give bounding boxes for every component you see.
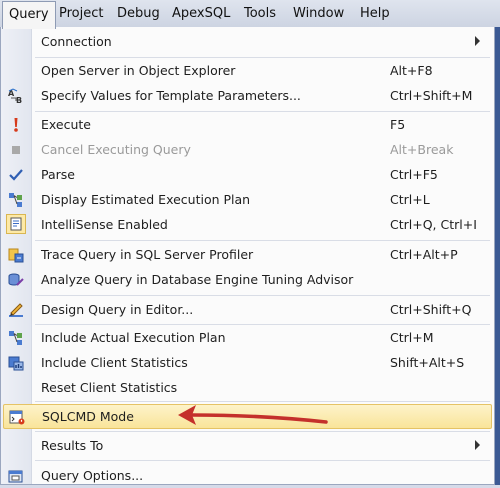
tuning-advisor-icon xyxy=(8,272,24,288)
menu-item-shortcut: Ctrl+Q, Ctrl+I xyxy=(390,217,477,232)
menu-apexsql[interactable]: ApexSQL xyxy=(166,0,236,27)
menu-item-execute[interactable]: Execute F5 xyxy=(1,112,494,137)
menu-item-intellisense[interactable]: IntelliSense Enabled Ctrl+Q, Ctrl+I xyxy=(1,212,494,237)
intellisense-icon xyxy=(6,214,26,234)
menu-separator xyxy=(35,295,490,296)
menu-item-shortcut: F5 xyxy=(390,117,406,132)
execute-icon xyxy=(8,117,24,133)
menu-item-label: Cancel Executing Query xyxy=(41,142,191,157)
menu-item-label: SQLCMD Mode xyxy=(42,409,134,424)
menu-item-open-server[interactable]: Open Server in Object Explorer Alt+F8 xyxy=(1,58,494,83)
menu-item-query-options[interactable]: Query Options... xyxy=(1,463,494,488)
menu-item-label: Results To xyxy=(41,438,104,453)
menu-help[interactable]: Help xyxy=(354,0,396,27)
menu-item-actual-plan[interactable]: Include Actual Execution Plan Ctrl+M xyxy=(1,325,494,350)
menu-item-label: Specify Values for Template Parameters..… xyxy=(41,88,301,103)
actual-plan-icon xyxy=(8,330,24,346)
template-params-icon: A B xyxy=(8,88,24,104)
query-options-icon xyxy=(8,468,24,484)
menu-debug[interactable]: Debug xyxy=(111,0,166,27)
menu-item-client-stats[interactable]: Include Client Statistics Shift+Alt+S xyxy=(1,350,494,375)
menu-item-tuning-advisor[interactable]: Analyze Query in Database Engine Tuning … xyxy=(1,267,494,292)
menu-separator xyxy=(35,460,490,461)
menu-item-shortcut: Alt+F8 xyxy=(390,63,433,78)
menu-item-shortcut: Ctrl+F5 xyxy=(390,167,438,182)
menu-window[interactable]: Window xyxy=(287,0,350,27)
menu-item-design-query[interactable]: Design Query in Editor... Ctrl+Shift+Q xyxy=(1,297,494,322)
menu-bar: Query Project Debug ApexSQL Tools Window… xyxy=(0,0,500,29)
design-query-icon xyxy=(8,302,24,318)
sqlcmd-icon xyxy=(9,409,25,425)
menu-item-connection[interactable]: Connection xyxy=(1,29,494,54)
menu-item-label: Analyze Query in Database Engine Tuning … xyxy=(41,272,354,287)
menu-item-results-to[interactable]: Results To xyxy=(1,433,494,458)
menu-item-shortcut: Ctrl+Shift+Q xyxy=(390,302,472,317)
menu-item-label: IntelliSense Enabled xyxy=(41,217,168,232)
menu-item-label: Query Options... xyxy=(41,468,144,483)
menu-item-shortcut: Shift+Alt+S xyxy=(390,355,465,370)
menu-tools[interactable]: Tools xyxy=(238,0,282,27)
menu-item-label: Connection xyxy=(41,34,112,49)
menu-item-shortcut: Ctrl+Alt+P xyxy=(390,247,458,262)
menu-project[interactable]: Project xyxy=(53,0,109,27)
menu-query[interactable]: Query xyxy=(2,1,56,29)
menu-item-label: Open Server in Object Explorer xyxy=(41,63,236,78)
client-stats-icon xyxy=(8,355,24,371)
cancel-icon xyxy=(8,142,24,158)
execution-plan-icon xyxy=(8,192,24,208)
menu-item-shortcut: Ctrl+L xyxy=(390,192,430,207)
menu-item-trace-profiler[interactable]: Trace Query in SQL Server Profiler Ctrl+… xyxy=(1,242,494,267)
menu-item-shortcut: Alt+Break xyxy=(390,142,454,157)
menu-item-shortcut: Ctrl+M xyxy=(390,330,434,345)
menu-item-cancel-query[interactable]: Cancel Executing Query Alt+Break xyxy=(1,137,494,162)
checkmark-icon xyxy=(8,167,24,183)
menu-item-label: Execute xyxy=(41,117,91,132)
menu-item-shortcut: Ctrl+Shift+M xyxy=(390,88,473,103)
menu-item-label: Include Client Statistics xyxy=(41,355,188,370)
svg-text:A: A xyxy=(8,89,15,98)
profiler-icon xyxy=(8,247,24,263)
menu-item-estimated-plan[interactable]: Display Estimated Execution Plan Ctrl+L xyxy=(1,187,494,212)
svg-text:B: B xyxy=(16,96,22,104)
window-edge xyxy=(495,27,500,485)
menu-item-parse[interactable]: Parse Ctrl+F5 xyxy=(1,162,494,187)
annotation-arrow-icon xyxy=(178,405,328,425)
menu-item-label: Design Query in Editor... xyxy=(41,302,194,317)
menu-item-label: Include Actual Execution Plan xyxy=(41,330,226,345)
menu-item-label: Trace Query in SQL Server Profiler xyxy=(41,247,254,262)
menu-item-label: Reset Client Statistics xyxy=(41,380,178,395)
menu-item-label: Parse xyxy=(41,167,75,182)
submenu-arrow-icon xyxy=(475,36,480,46)
submenu-arrow-icon xyxy=(475,440,480,450)
menu-item-template-params[interactable]: A B Specify Values for Template Paramete… xyxy=(1,83,494,108)
menu-item-label: Display Estimated Execution Plan xyxy=(41,192,251,207)
menu-separator xyxy=(35,240,490,241)
